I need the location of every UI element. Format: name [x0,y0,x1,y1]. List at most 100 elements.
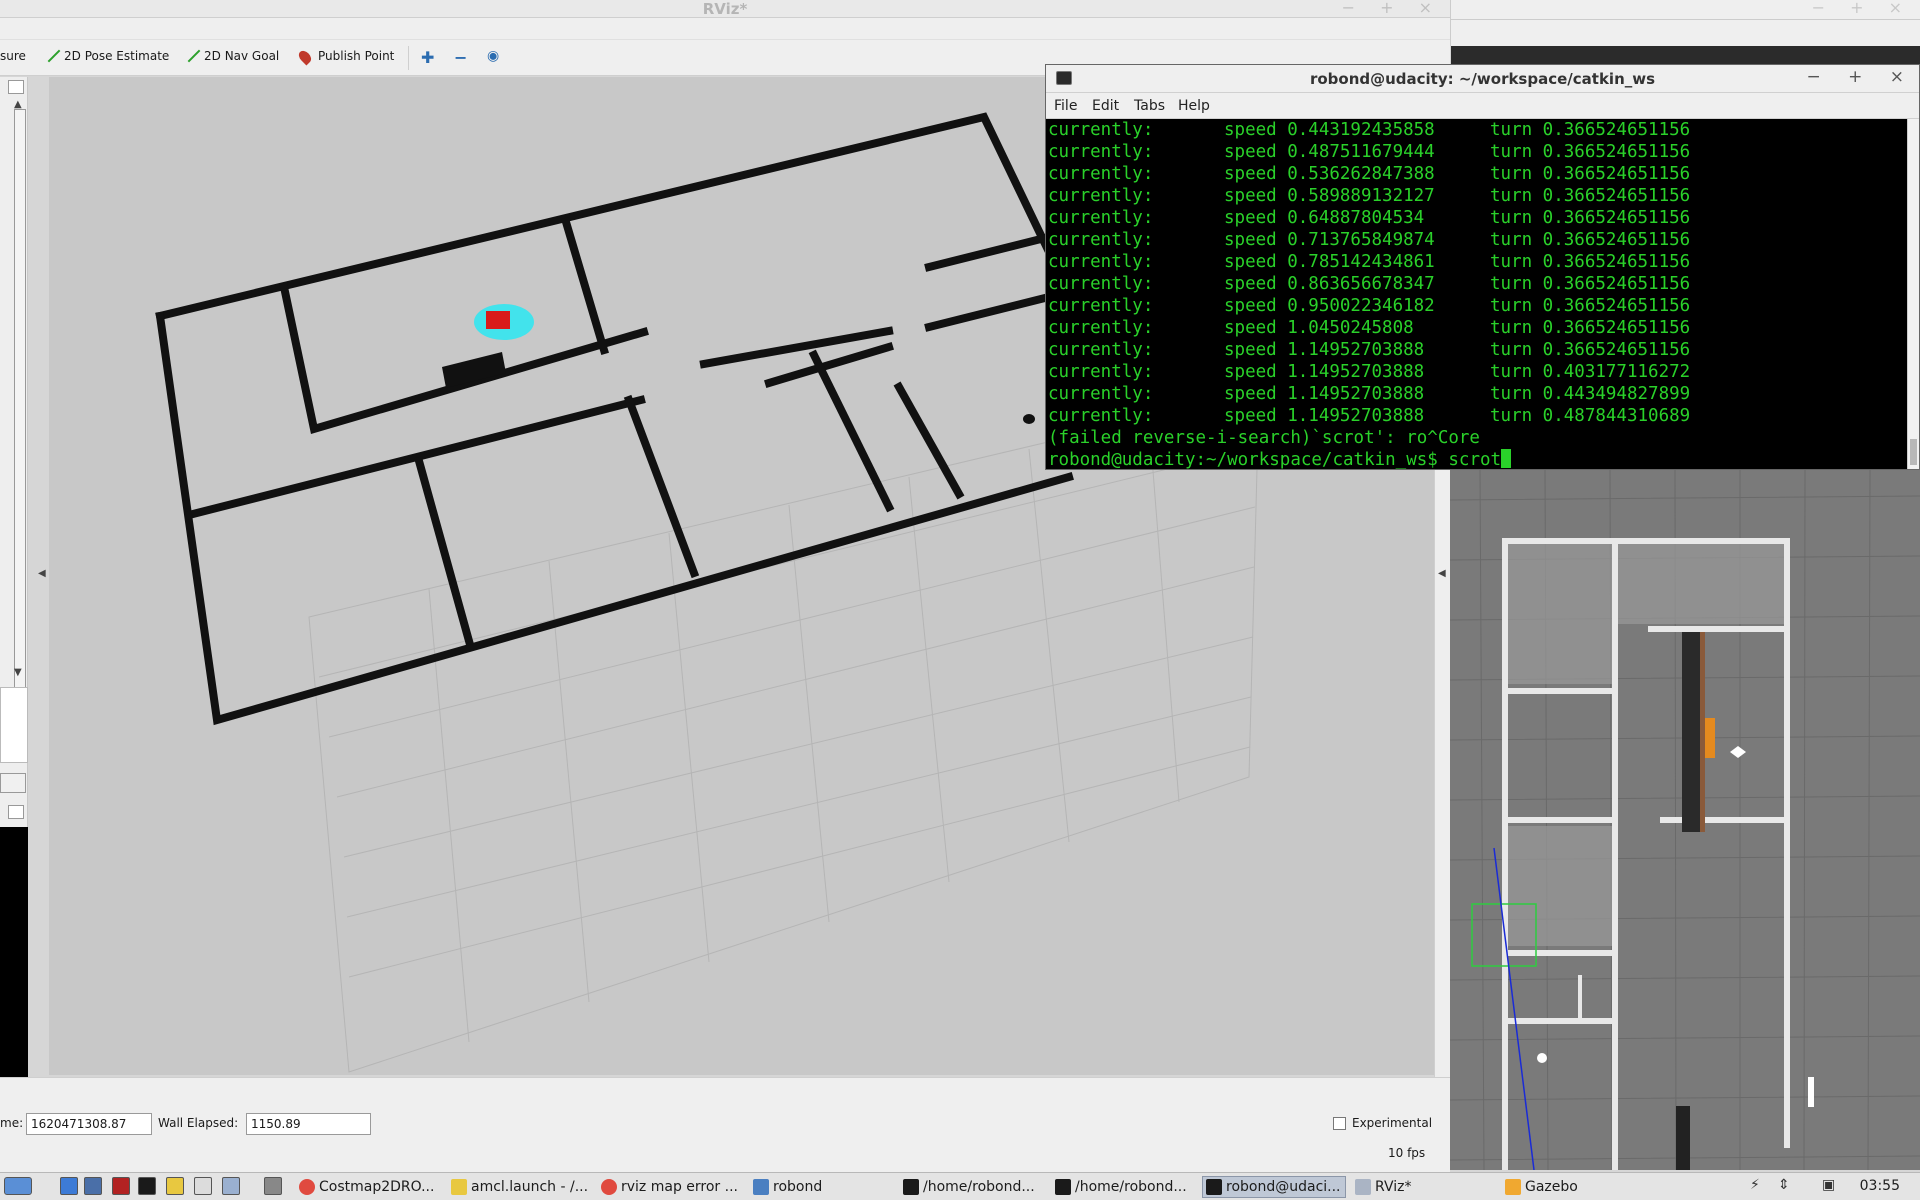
start-menu-icon[interactable] [4,1177,32,1195]
rviz-window-title: RViz* [702,0,748,18]
map-pin-icon [296,48,314,66]
rviz-window-buttons[interactable]: − + × [1342,0,1442,17]
gazebo-scene [1450,470,1920,1170]
chrome-icon [299,1179,315,1195]
text-editor-icon [451,1179,467,1195]
rviz-icon [1355,1179,1371,1195]
line-prefix: currently: [1048,252,1154,272]
task-label: robond [773,1179,823,1195]
panel-button[interactable] [0,773,26,793]
gazebo-robot [1730,746,1746,758]
panel-checkbox[interactable] [8,805,24,819]
scroll-down-arrow-icon[interactable]: ▼ [14,667,22,678]
speed-value: speed 0.536262847388 [1224,164,1435,184]
collapse-left-arrow-icon[interactable]: ◀ [38,568,46,579]
app-launcher-icon[interactable] [166,1177,184,1195]
speed-value: speed 0.713765849874 [1224,230,1435,250]
terminal-line: currently: speed 0.64887804534 turn 0.3665… [1048,207,1906,229]
speed-value: speed 0.950022346182 [1224,296,1435,316]
workspace-launcher-icon[interactable] [222,1177,240,1195]
panel-text-area[interactable] [0,687,28,763]
gazebo-titlebar[interactable]: − + × [1451,0,1920,20]
turn-value: turn 0.366524651156 [1490,318,1691,338]
collapse-right-arrow-icon[interactable]: ◀ [1438,568,1446,579]
workspace-switcher-icon[interactable] [264,1177,282,1195]
gazebo-3d-viewport[interactable] [1450,470,1920,1170]
nav-goal-button[interactable]: 2D Nav Goal [184,49,279,63]
fps-readout: 10 fps [1388,1146,1426,1160]
terminal-output[interactable]: currently: speed 0.443192435858 turn 0.366… [1048,119,1906,469]
terminal-titlebar[interactable]: robond@udacity: ~/workspace/catkin_ws − … [1046,65,1919,93]
window-list-launcher-icon[interactable] [194,1177,212,1195]
line-prefix: currently: [1048,296,1154,316]
terminal-window[interactable]: robond@udacity: ~/workspace/catkin_ws − … [1045,64,1920,470]
menu-tabs[interactable]: Tabs [1134,98,1165,114]
terminal-scroll-thumb[interactable] [1910,439,1917,465]
task-costmap[interactable]: Costmap2DRO... [296,1176,438,1198]
file-manager-launcher-icon[interactable] [60,1177,78,1195]
map-walls [155,112,1074,726]
task-terminal-active[interactable]: robond@udaci... [1202,1176,1346,1198]
panel-checkbox[interactable] [8,80,24,94]
robot-marker [486,311,510,329]
task-amcl-launch[interactable]: amcl.launch - /... [448,1176,590,1198]
line-prefix: currently: [1048,362,1154,382]
experimental-checkbox[interactable] [1333,1117,1346,1130]
task-terminal-2[interactable]: /home/robond... [1052,1176,1194,1198]
wall-elapsed-field[interactable]: 1150.89 [246,1113,371,1135]
gazebo-shelf [1682,632,1702,832]
speed-value: speed 0.863656678347 [1224,274,1435,294]
line-prefix: currently: [1048,142,1154,162]
terminal-window-buttons[interactable]: − + × [1806,67,1915,87]
task-robond-folder[interactable]: robond [750,1176,892,1198]
task-rviz[interactable]: RViz* [1352,1176,1494,1198]
rviz-titlebar[interactable]: RViz* − + × [0,0,1450,18]
panel-scrollbar[interactable] [14,109,26,749]
gazebo-window-buttons[interactable]: − + × [1812,0,1912,17]
task-label: /home/robond... [923,1179,1035,1195]
task-terminal-1[interactable]: /home/robond... [900,1176,1042,1198]
task-gazebo[interactable]: Gazebo [1502,1176,1644,1198]
gazebo-shelf-edge [1700,632,1705,832]
rviz-menubar [0,18,1450,40]
line-prefix: currently: [1048,208,1154,228]
speed-value: speed 1.14952703888 [1224,384,1425,404]
gazebo-white-object [1808,1077,1814,1107]
task-label: robond@udaci... [1226,1179,1341,1195]
add-tool-icon[interactable]: ✚ [421,48,434,67]
terminal-scrollbar[interactable] [1907,119,1919,469]
desktop-launcher-icon[interactable] [84,1177,102,1195]
task-manager-launcher-icon[interactable] [112,1177,130,1195]
speed-value: speed 1.14952703888 [1224,406,1425,426]
line-prefix: currently: [1048,340,1154,360]
line-prefix: currently: [1048,318,1154,338]
network-icon[interactable]: ⇕ [1778,1177,1790,1193]
ros-time-label: me: [0,1116,24,1130]
terminal-launcher-icon[interactable] [138,1177,156,1195]
task-label: rviz map error ... [621,1179,738,1195]
taskbar: Costmap2DRO... amcl.launch - /... rviz m… [0,1172,1920,1200]
folder-icon [753,1179,769,1195]
menu-file[interactable]: File [1054,98,1077,114]
publish-point-label: Publish Point [318,49,395,63]
nav-goal-label: 2D Nav Goal [204,49,280,63]
ros-time-field[interactable]: 1620471308.87 [26,1113,152,1135]
text-cursor [1501,449,1512,468]
display-icon[interactable]: ▣ [1822,1177,1835,1193]
green-arrow-icon [184,49,201,63]
task-rviz-map-error[interactable]: rviz map error ... [598,1176,740,1198]
pose-estimate-button[interactable]: 2D Pose Estimate [44,49,169,63]
power-icon[interactable]: ⚡ [1750,1177,1760,1193]
remove-tool-icon[interactable]: − [454,48,467,67]
turn-value: turn 0.366524651156 [1490,274,1691,294]
menu-edit[interactable]: Edit [1092,98,1119,114]
terminal-line: currently: speed 1.14952703888 turn 0.4434… [1048,383,1906,405]
menu-help[interactable]: Help [1178,98,1210,114]
toolbar-separator [408,46,409,70]
speed-value: speed 0.443192435858 [1224,120,1435,140]
speed-value: speed 0.785142434861 [1224,252,1435,272]
publish-point-button[interactable]: Publish Point [296,48,395,66]
measure-tool-button[interactable]: sure [0,49,26,63]
prompt-line[interactable]: robond@udacity:~/workspace/catkin_ws$ sc… [1048,449,1906,469]
eye-icon[interactable]: ◉ [487,48,499,64]
